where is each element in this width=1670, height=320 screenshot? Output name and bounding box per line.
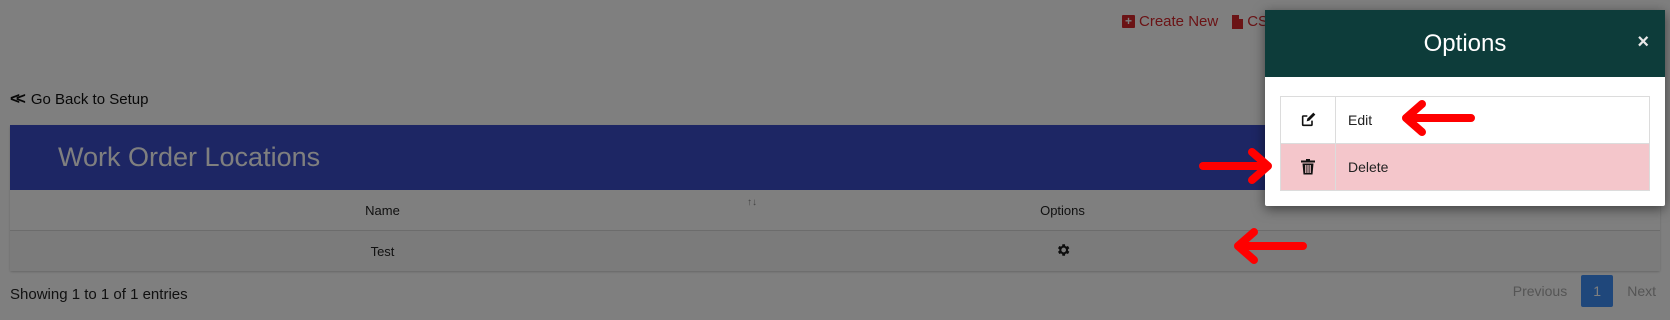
delete-option[interactable]: Delete [1281, 143, 1649, 190]
annotation-arrow-edit [1402, 100, 1475, 136]
edit-option-label: Edit [1348, 112, 1373, 128]
annotation-arrow-gear [1234, 228, 1307, 264]
edit-icon [1281, 97, 1336, 143]
trash-icon [1281, 144, 1336, 190]
annotation-arrow-delete [1199, 148, 1272, 184]
delete-option-label: Delete [1348, 159, 1389, 175]
modal-header: Options × [1265, 10, 1665, 77]
page: + Create New CSV << Go Back to Setup Wor… [0, 0, 1670, 320]
close-icon[interactable]: × [1637, 31, 1649, 54]
modal-title: Options [1423, 29, 1507, 57]
